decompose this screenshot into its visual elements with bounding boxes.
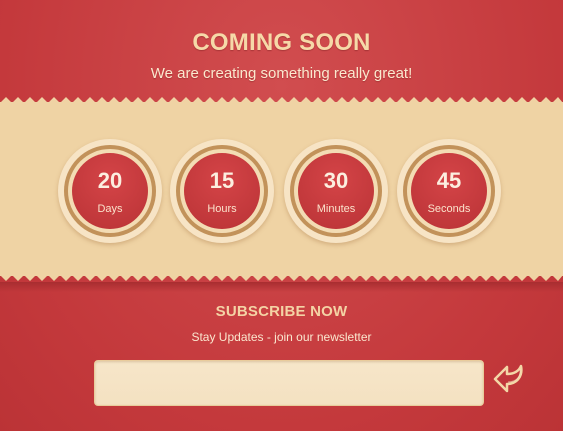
subscribe-submit-button[interactable] bbox=[491, 358, 531, 398]
countdown-seconds-label: Seconds bbox=[427, 203, 471, 215]
subscribe-description: Stay Updates - join our newsletter bbox=[191, 330, 372, 344]
band-shadow bbox=[0, 282, 563, 292]
countdown-seconds-value: 45 bbox=[436, 168, 462, 193]
countdown-days-value: 20 bbox=[97, 168, 123, 193]
countdown-minutes-label: Minutes bbox=[316, 203, 356, 215]
countdown-seconds: 45 Seconds bbox=[397, 139, 501, 243]
page-subtitle: We are creating something really great! bbox=[150, 65, 413, 82]
countdown-hours: 15 Hours bbox=[170, 139, 274, 243]
countdown-hours-label: Hours bbox=[207, 203, 237, 215]
countdown-minutes: 30 Minutes bbox=[284, 139, 388, 243]
countdown-minutes-value: 30 bbox=[323, 168, 349, 193]
band-zigzag-bottom bbox=[0, 275, 563, 281]
page-title: COMING SOON bbox=[192, 29, 371, 56]
subscribe-title: SUBSCRIBE NOW bbox=[215, 303, 348, 320]
countdown-days: 20 Days bbox=[58, 139, 162, 243]
newsletter-email-input[interactable] bbox=[94, 360, 484, 406]
return-arrow-icon bbox=[493, 364, 523, 393]
coming-soon-page: COMING SOON We are creating something re… bbox=[0, 0, 563, 431]
countdown-days-label: Days bbox=[97, 203, 123, 215]
countdown-hours-value: 15 bbox=[209, 168, 235, 193]
